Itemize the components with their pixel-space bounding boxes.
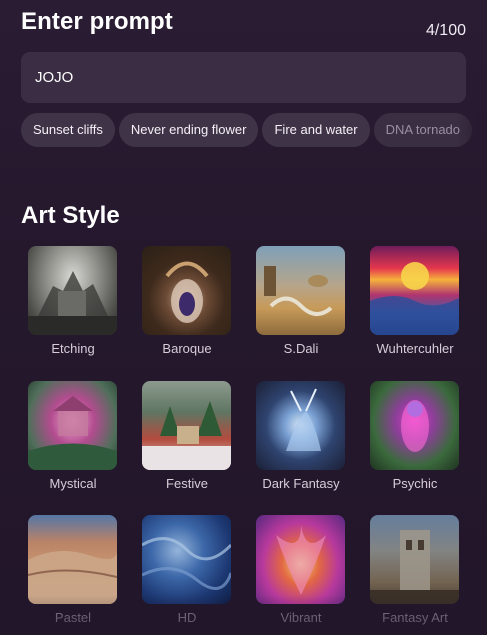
character-counter: 4/100 [425, 22, 466, 39]
style-tile-wuhtercuhler[interactable]: Wuhtercuhler [370, 246, 460, 356]
style-tile-etching[interactable]: Etching [28, 246, 118, 356]
mystical-thumbnail [28, 381, 117, 470]
suggestion-chips: Sunset cliffs Never ending flower Fire and… [21, 113, 487, 147]
dark-fantasy-thumbnail [256, 381, 345, 470]
suggestion-chip-sunset-cliffs[interactable]: Sunset cliffs [21, 113, 115, 147]
style-label: Mystical [49, 476, 97, 491]
style-label: Baroque [162, 341, 212, 356]
style-label: Dark Fantasy [262, 476, 340, 491]
suggestion-chip-dna-tornado[interactable]: DNA tornado [373, 113, 473, 147]
prompt-field[interactable] [21, 52, 466, 103]
style-tile-fantasy-art[interactable]: Fantasy Art [370, 515, 460, 625]
style-tile-psychic[interactable]: Psychic [370, 381, 460, 491]
vibrant-thumbnail [256, 515, 345, 604]
prompt-screen: Enter prompt 4/100 Sunset cliffsNever en… [0, 0, 487, 635]
style-tile-dali[interactable]: S.Dali [256, 246, 346, 356]
prompt-input[interactable] [35, 69, 452, 86]
wuhtercuhler-thumbnail [370, 246, 459, 335]
style-tile-festive[interactable]: Festive [142, 381, 232, 491]
style-label: Wuhtercuhler [376, 341, 454, 356]
style-label: HD [177, 610, 197, 625]
page-title: Enter prompt [21, 8, 173, 35]
style-label: S.Dali [283, 341, 319, 356]
fantasy-art-thumbnail [370, 515, 459, 604]
style-label: Pastel [54, 610, 92, 625]
style-tile-mystical[interactable]: Mystical [28, 381, 118, 491]
style-tile-baroque[interactable]: Baroque [142, 246, 232, 356]
suggestion-chip-never-ending-flower[interactable]: Never ending flower [118, 113, 259, 147]
style-tile-vibrant[interactable]: Vibrant [256, 515, 346, 625]
style-label: Vibrant [280, 610, 322, 625]
dali-thumbnail [256, 246, 345, 335]
festive-thumbnail [142, 381, 231, 470]
style-tile-pastel[interactable]: Pastel [28, 515, 118, 625]
baroque-thumbnail [142, 246, 231, 335]
style-label: Psychic [392, 476, 438, 491]
style-tile-dark-fantasy[interactable]: Dark Fantasy [256, 381, 346, 491]
psychic-thumbnail [370, 381, 459, 470]
hd-thumbnail [142, 515, 231, 604]
style-label: Festive [166, 476, 208, 491]
art-style-heading: Art Style [21, 202, 120, 229]
etching-thumbnail [28, 246, 117, 335]
style-label: Fantasy Art [382, 610, 448, 625]
suggestion-chip-fire-and-water[interactable]: Fire and water [262, 113, 370, 147]
pastel-thumbnail [28, 515, 117, 604]
style-tile-hd[interactable]: HD [142, 515, 232, 625]
style-label: Etching [51, 341, 95, 356]
